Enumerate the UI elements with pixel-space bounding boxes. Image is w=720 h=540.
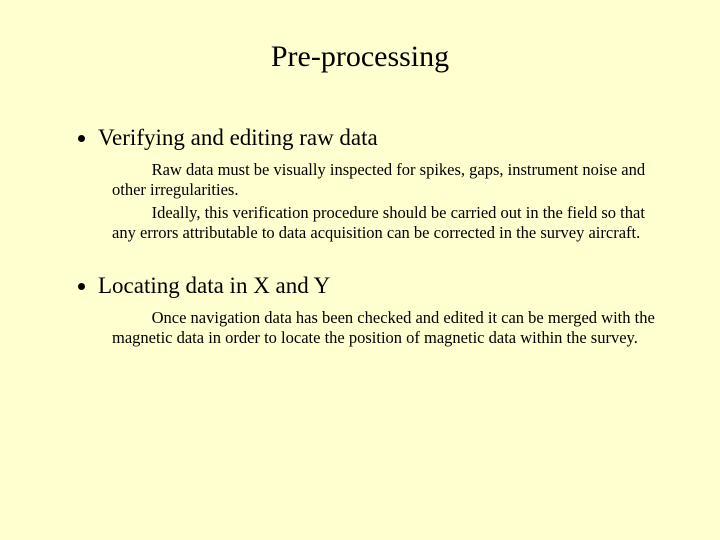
- bullet-body: Once navigation data has been checked an…: [112, 308, 660, 349]
- bullet-heading: Verifying and editing raw data: [98, 125, 378, 150]
- bullet-body: Raw data must be visually inspected for …: [112, 160, 660, 245]
- list-item: Verifying and editing raw data Raw data …: [98, 124, 660, 244]
- list-item: Locating data in X and Y Once navigation…: [98, 272, 660, 349]
- bullet-list: Verifying and editing raw data Raw data …: [60, 124, 660, 349]
- body-paragraph: Ideally, this verification procedure sho…: [112, 203, 660, 244]
- slide-title: Pre-processing: [60, 40, 660, 74]
- bullet-heading: Locating data in X and Y: [98, 273, 330, 298]
- body-paragraph: Once navigation data has been checked an…: [112, 308, 660, 349]
- body-paragraph: Raw data must be visually inspected for …: [112, 160, 660, 201]
- slide: Pre-processing Verifying and editing raw…: [0, 0, 720, 540]
